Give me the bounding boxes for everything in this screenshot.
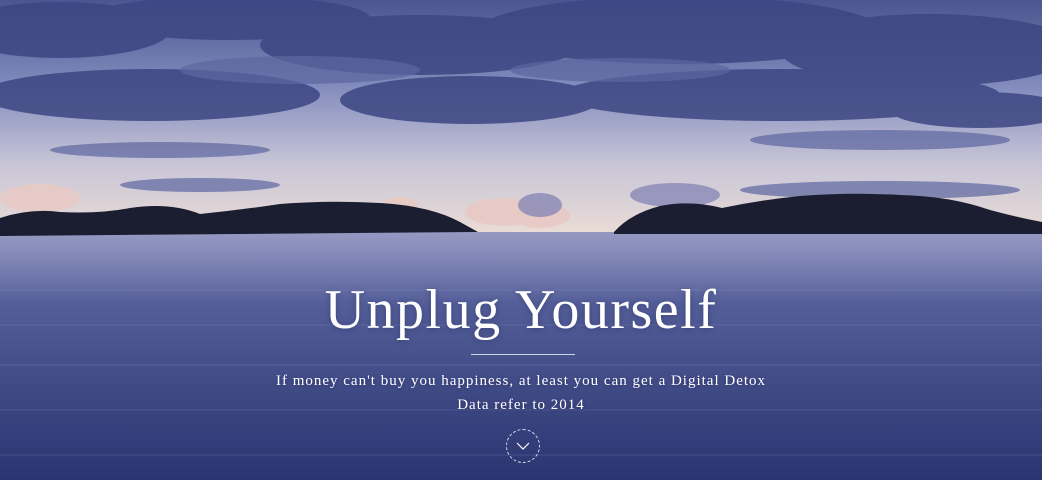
scroll-down-button[interactable] [506, 429, 540, 463]
title-divider [471, 354, 575, 355]
chevron-down-icon [516, 442, 530, 450]
data-note: Data refer to 2014 [457, 397, 585, 413]
hero-content: Unplug Yourself If money can't buy you h… [0, 0, 1042, 480]
hero-subtitle: If money can't buy you happiness, at lea… [275, 373, 767, 389]
hero-section: Unplug Yourself If money can't buy you h… [0, 0, 1042, 480]
hero-title: Unplug Yourself [324, 279, 718, 341]
